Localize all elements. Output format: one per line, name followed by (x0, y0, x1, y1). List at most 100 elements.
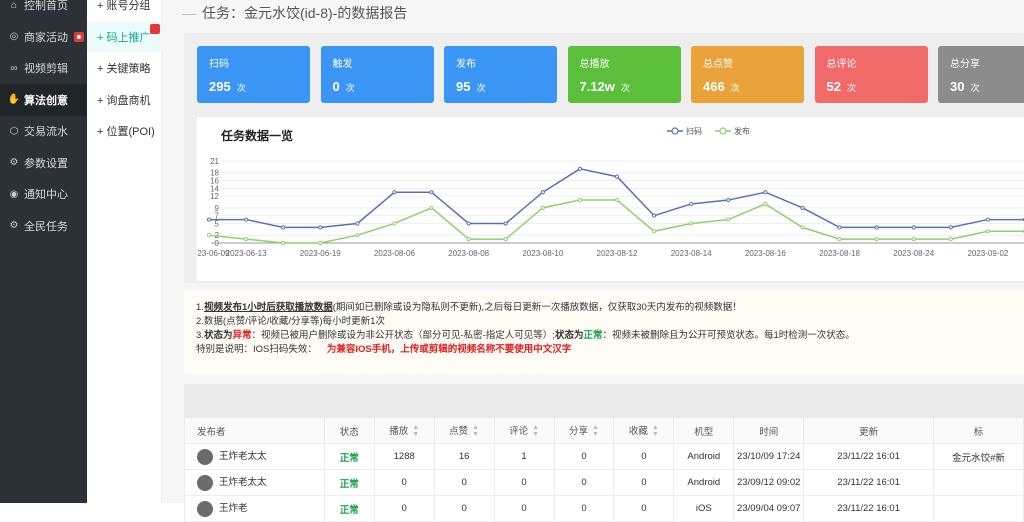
cube-icon: ⬡ (9, 125, 19, 137)
x-tick-label: 2023-08-24 (893, 249, 934, 258)
sidebar-item-label: 控制首页 (24, 0, 68, 12)
subnav-item-label: + 询盘商机 (97, 94, 151, 107)
cell-share: 0 (553, 443, 615, 470)
sidebar-item-6[interactable]: ◉ 通知中心 (0, 178, 87, 210)
cell-update: 23/11/22 16:01 (803, 495, 935, 522)
video-table: 发布者 状态 播放 ▲ ▼ 点赞 ▲ ▼ 评论 ▲ ▼ 分享 ▲ ▼ 收藏 ▲ ▼ 机型 时间 更新标 王炸老太太 正常… (184, 384, 1024, 522)
subnav-item-3[interactable]: + 询盘商机 (87, 85, 162, 115)
column-header[interactable]: 播放 ▲ ▼ (373, 417, 435, 444)
cell-update: 23/11/22 16:01 (803, 469, 935, 496)
data-point (466, 236, 471, 242)
x-tick-label: 2023-08-16 (745, 249, 786, 258)
data-point (800, 225, 805, 230)
stat-card-label: 总点赞 (703, 59, 733, 70)
data-point (503, 221, 508, 226)
column-header[interactable]: 评论 ▲ ▼ (493, 417, 555, 444)
data-point (318, 240, 323, 246)
y-tick-label: 9 (215, 204, 220, 213)
data-point (318, 225, 323, 230)
column-header: 更新 (803, 417, 935, 444)
stat-card[interactable]: 触发 0 次 (320, 46, 434, 103)
column-header[interactable]: 收藏 ▲ ▼ (613, 417, 675, 444)
sort-icon[interactable]: ▲ ▼ (592, 424, 599, 438)
notice-line-3: 3.状态为异常：视频已被用户删除或设为非公开状态（部分可见-私密-指定人可见等）… (196, 330, 855, 341)
stat-card-label: 总播放 (579, 59, 610, 70)
sort-icon[interactable]: ▲ ▼ (532, 424, 539, 438)
sort-icon[interactable]: ▲ ▼ (472, 424, 479, 438)
x-tick-label: 2023-06-19 (300, 249, 341, 258)
legend-label: 发布 (734, 126, 750, 136)
subnav-item-1[interactable]: + 码上推广 (87, 21, 162, 52)
subnav-item-4[interactable]: + 位置(POI) (87, 116, 162, 146)
cell-tag: 金元水饺#新 (933, 443, 1024, 470)
data-point (540, 190, 545, 195)
data-point (948, 236, 953, 242)
main-content: — 任务：金元水饺(id-8)-的数据报告 扫码 295 次触发 0 次发布 95 次总播放 7… (162, 0, 1024, 522)
data-point (874, 225, 879, 230)
sort-icon[interactable]: ▲ ▼ (412, 424, 419, 438)
column-header: 状态 (323, 417, 375, 444)
data-point (911, 236, 916, 242)
sidebar-item-5[interactable]: ⚙ 参数设置 (0, 147, 87, 179)
column-header[interactable]: 分享 ▲ ▼ (553, 417, 615, 444)
stat-card-value: 295 次 (209, 79, 246, 94)
column-header: 发布者 (184, 417, 325, 444)
sidebar-item-label: 通知中心 (24, 189, 68, 201)
stat-card[interactable]: 总点赞 466 次 (691, 46, 804, 103)
stat-card[interactable]: 总分享 30 次 (938, 46, 1024, 103)
sidebar-item-label: 全民任务 (24, 220, 68, 233)
data-point (614, 197, 620, 203)
stat-card-value: 52 次 (826, 79, 856, 94)
stat-card[interactable]: 总播放 7.12w 次 (567, 46, 681, 103)
subnav-item-label: + 码上推广 (97, 31, 151, 44)
sidebar-item-4[interactable]: ⬡ 交易流水 (0, 115, 87, 147)
data-point (726, 217, 731, 222)
sort-icon[interactable]: ▲ ▼ (652, 424, 659, 438)
x-tick-label: 2023-08-12 (597, 249, 638, 258)
sidebar-item-2[interactable]: ∞ 视频剪辑 (0, 52, 87, 84)
data-point (689, 201, 694, 207)
data-point (281, 240, 286, 246)
stat-card[interactable]: 扫码 295 次 (197, 46, 310, 103)
data-point (392, 221, 397, 226)
sub-navigation: + 账号分组 + 码上推广 + 关键策略 + 询盘商机 + 位置(POI) (87, 0, 162, 503)
data-point (911, 225, 916, 230)
sidebar-item-label: 交易流水 (24, 126, 68, 138)
data-point (206, 233, 212, 238)
cell-status: 正常 (323, 469, 375, 496)
table-row[interactable]: 王炸老太太 正常 0 0 0 0 0 Android 23/09/12 09:02 23/11/2… (184, 469, 1024, 496)
legend-label: 扫码 (686, 126, 702, 136)
sidebar-item-1[interactable]: ◎ 商家活动 (0, 21, 87, 53)
avatar (197, 474, 213, 491)
data-point (985, 229, 991, 234)
data-point (763, 201, 768, 207)
y-tick-label: 14 (210, 184, 219, 193)
cell-device: Android (673, 469, 735, 496)
cell-like: 16 (433, 443, 495, 470)
sidebar-item-label: 视频剪辑 (24, 63, 68, 75)
sidebar-item-3[interactable]: ✋ 算法创意 (0, 83, 87, 116)
data-point (763, 190, 768, 195)
data-point (651, 213, 657, 218)
cell-like: 0 (433, 469, 495, 496)
sidebar-item-0[interactable]: ⌂ 控制首页 (0, 0, 87, 21)
stat-card[interactable]: 发布 95 次 (444, 46, 557, 103)
table-toolbar (184, 384, 1024, 417)
sidebar-item-7[interactable]: ⚙ 全民任务 (0, 210, 87, 242)
page-title: — 任务：金元水饺(id-8)-的数据报告 (182, 5, 408, 21)
rss-icon: ◉ (9, 188, 19, 200)
table-row[interactable]: 王炸老 正常 0 0 0 0 0 iOS 23/09/04 09:07 23/11/22 16:0… (184, 495, 1024, 522)
table-row[interactable]: 王炸老太太 正常 1288 16 1 0 0 Android 23/10/09 17:24 23/… (184, 443, 1024, 470)
target-icon: ◎ (9, 31, 19, 42)
data-point (689, 221, 694, 226)
stat-card[interactable]: 总评论 52 次 (814, 46, 928, 103)
column-header[interactable]: 点赞 ▲ ▼ (433, 417, 495, 444)
subnav-item-0[interactable]: + 账号分组 (87, 0, 162, 20)
x-tick-label: 2023-08-18 (819, 249, 860, 258)
subnav-item-2[interactable]: + 关键策略 (87, 53, 162, 83)
series-line-1 (208, 199, 1024, 244)
cell-comment: 1 (493, 443, 555, 470)
x-tick-label: 2023-08-08 (448, 249, 489, 258)
cell-fav: 0 (613, 469, 675, 496)
data-point (429, 190, 434, 195)
